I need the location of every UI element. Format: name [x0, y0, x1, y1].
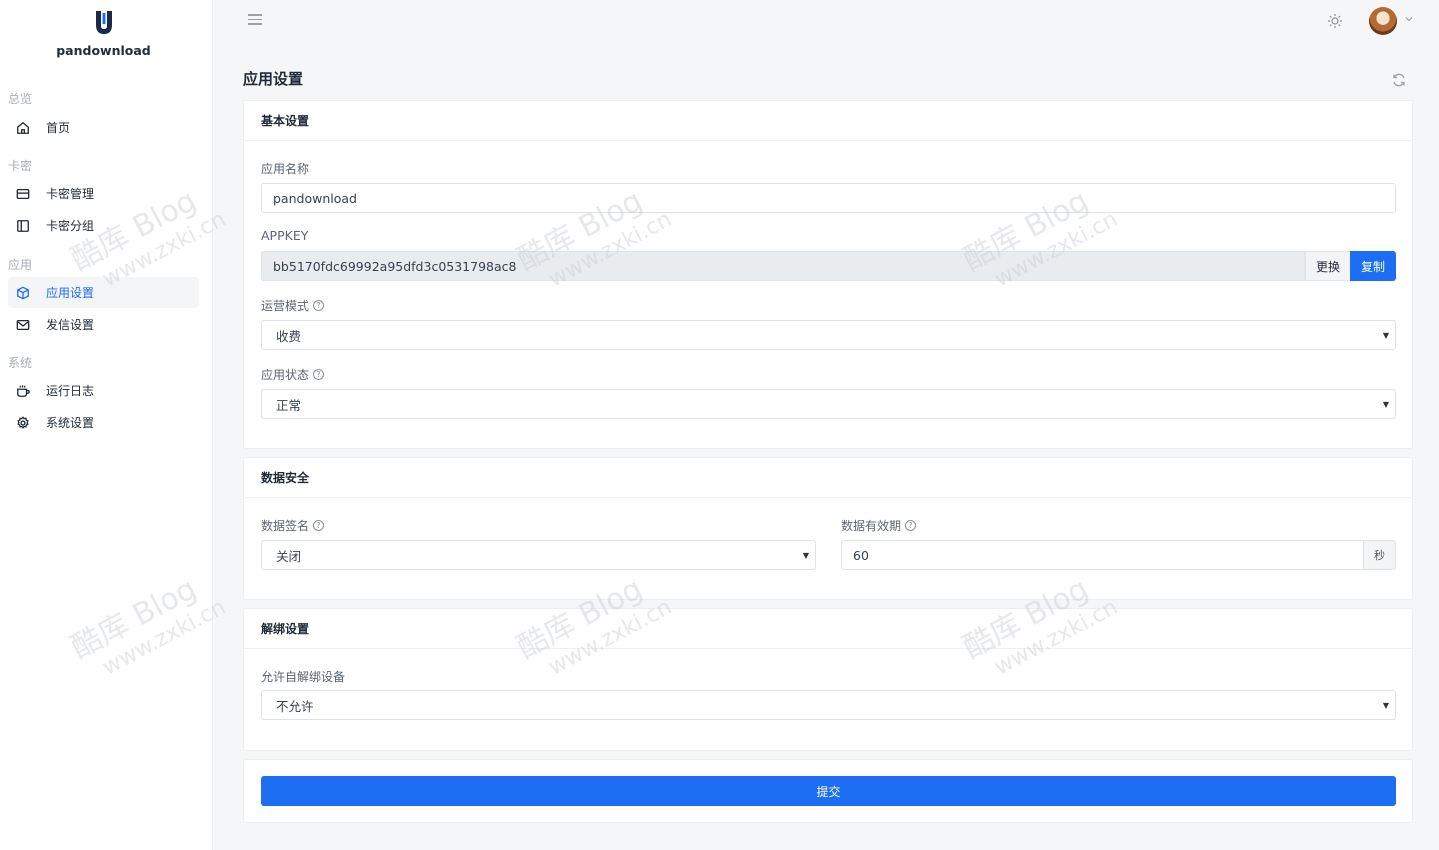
refresh-icon[interactable]	[1391, 72, 1407, 88]
panel-icon	[16, 219, 30, 233]
mode-select[interactable]: 收费 ▼	[261, 320, 1396, 350]
sidebar-item-label: 发信设置	[46, 318, 95, 332]
allow-unbind-select-value: 不允许	[276, 698, 314, 714]
mail-icon	[16, 318, 30, 332]
allow-unbind-label: 允许自解绑设备	[261, 670, 346, 684]
home-icon	[16, 121, 30, 135]
logo-icon	[95, 11, 112, 34]
sidebar-item-card-group[interactable]: 卡密分组	[8, 210, 199, 241]
sidebar-item-label: 运行日志	[46, 384, 95, 398]
nav-group-system: 系统	[8, 356, 33, 370]
chevron-down-icon[interactable]	[1404, 14, 1414, 24]
menu-toggle-icon[interactable]	[248, 14, 262, 28]
appkey-label: APPKEY	[261, 228, 309, 243]
card-title: 基本设置	[244, 101, 1412, 141]
card-title: 解绑设置	[244, 609, 1412, 649]
mode-label: 运营模式 ?	[261, 297, 325, 314]
status-select-value: 正常	[276, 397, 302, 413]
sign-select[interactable]: 关闭 ▼	[261, 540, 816, 570]
caret-down-icon: ▼	[802, 551, 809, 560]
app-name-input[interactable]: pandownload	[261, 183, 1396, 213]
allow-unbind-select[interactable]: 不允许 ▼	[261, 690, 1396, 720]
card-icon	[16, 187, 30, 201]
mode-select-value: 收费	[276, 328, 302, 344]
status-select[interactable]: 正常 ▼	[261, 389, 1396, 419]
sign-select-value: 关闭	[276, 548, 302, 564]
status-label: 应用状态 ?	[261, 366, 325, 383]
help-icon[interactable]: ?	[313, 369, 325, 380]
data-security-card: 数据安全 数据签名 ? 关闭 ▼ 数据有效期 ? 60 秒	[243, 457, 1413, 600]
app-name-label: 应用名称	[261, 162, 310, 176]
sidebar-item-home[interactable]: 首页	[8, 112, 199, 143]
caret-down-icon: ▼	[1382, 331, 1389, 340]
theme-toggle-icon[interactable]	[1327, 13, 1343, 29]
sidebar-item-mail-settings[interactable]: 发信设置	[8, 309, 199, 340]
logo[interactable]: pandownload	[0, 10, 207, 58]
copy-appkey-button[interactable]: 复制	[1350, 251, 1396, 281]
card-title: 数据安全	[244, 458, 1412, 498]
sidebar-item-label: 系统设置	[46, 416, 95, 430]
gear-icon	[16, 415, 30, 430]
avatar[interactable]	[1369, 7, 1397, 35]
ttl-unit: 秒	[1364, 540, 1396, 570]
sidebar-item-label: 卡密分组	[46, 219, 95, 233]
sidebar-item-label: 首页	[46, 121, 71, 135]
caret-down-icon: ▼	[1382, 701, 1389, 710]
cube-icon	[16, 286, 30, 300]
replace-appkey-button[interactable]: 更换	[1305, 251, 1351, 281]
sidebar-item-label: 卡密管理	[46, 187, 95, 201]
ttl-label-text: 数据有效期	[841, 519, 902, 533]
help-icon[interactable]: ?	[313, 520, 325, 531]
nav-group-overview: 总览	[8, 92, 33, 106]
submit-button[interactable]: 提交	[261, 776, 1396, 806]
mode-label-text: 运营模式	[261, 299, 310, 313]
sidebar-item-app-settings[interactable]: 应用设置	[8, 277, 199, 308]
cup-icon	[16, 384, 30, 398]
nav-group-app: 应用	[8, 258, 33, 272]
unbind-settings-card: 解绑设置 允许自解绑设备 不允许 ▼	[243, 608, 1413, 751]
topbar	[213, 0, 1439, 44]
sidebar-item-label: 应用设置	[46, 286, 95, 300]
nav-group-cards: 卡密	[8, 159, 33, 173]
submit-card: 提交	[243, 759, 1413, 823]
app-name: pandownload	[56, 43, 151, 58]
ttl-input[interactable]: 60	[841, 540, 1364, 570]
status-label-text: 应用状态	[261, 368, 310, 382]
caret-down-icon: ▼	[1382, 400, 1389, 409]
sidebar-item-card-manage[interactable]: 卡密管理	[8, 178, 199, 209]
sidebar-item-logs[interactable]: 运行日志	[8, 375, 199, 406]
ttl-label: 数据有效期 ?	[841, 517, 917, 534]
sign-label: 数据签名 ?	[261, 517, 325, 534]
basic-settings-card: 基本设置 应用名称 pandownload APPKEY bb5170fdc69…	[243, 100, 1413, 449]
sidebar-item-system-settings[interactable]: 系统设置	[8, 407, 199, 438]
help-icon[interactable]: ?	[905, 520, 917, 531]
sign-label-text: 数据签名	[261, 519, 310, 533]
sidebar: pandownload 总览 首页 卡密 卡密管理 卡密分组 应用 应用设置 发…	[0, 0, 213, 850]
page-title: 应用设置	[243, 70, 304, 88]
help-icon[interactable]: ?	[313, 300, 325, 311]
appkey-input[interactable]: bb5170fdc69992a95dfd3c0531798ac8	[261, 251, 1305, 281]
